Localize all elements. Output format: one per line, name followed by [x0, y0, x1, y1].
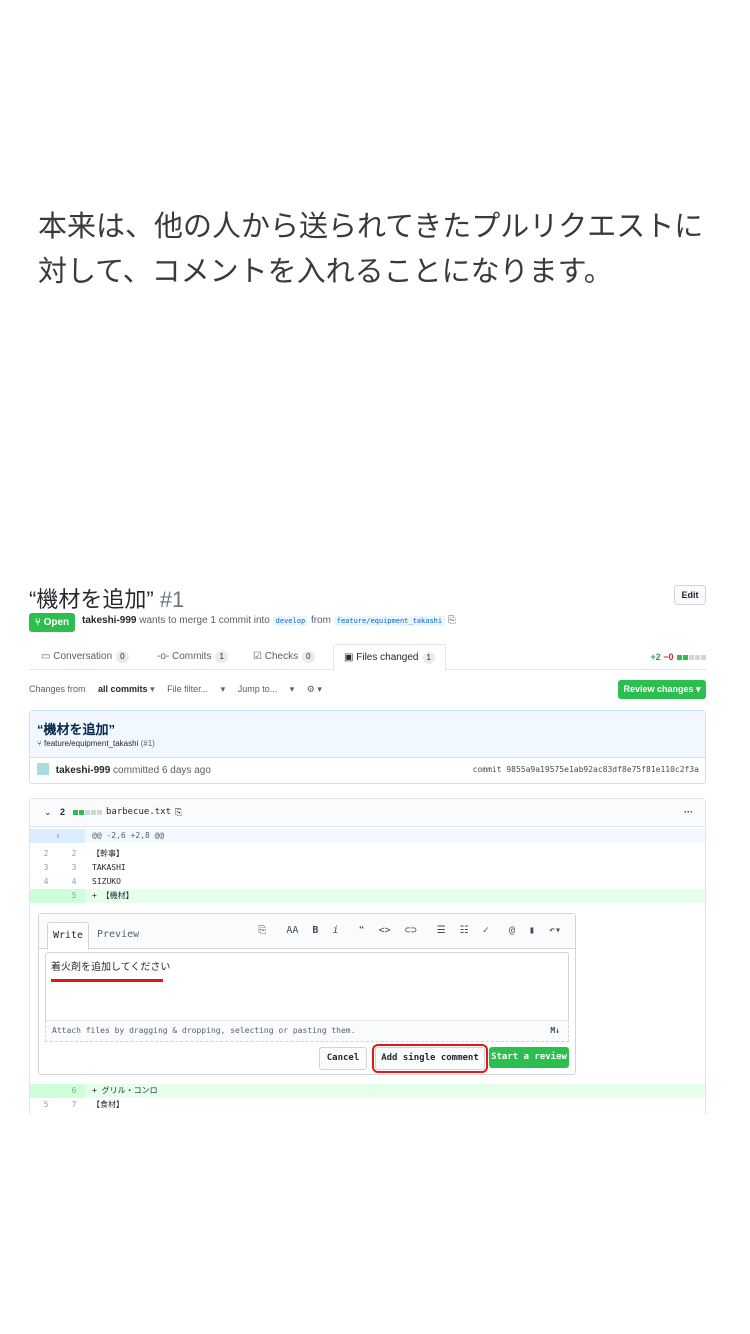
markdown-toolbar: ⎘ AA B i ❝ <> ⊂⊃ ☰ ☷ ✓ @ ▮ ↶▾	[250, 924, 561, 938]
github-pr-screenshot: “機材を追加” #1 Edit ⑂ Open takeshi-999 wants…	[29, 578, 706, 1114]
tab-checks[interactable]: ☑ Checks 0	[253, 644, 315, 669]
hunk-header: ⇕ @@ -2,6 +2,8 @@	[30, 829, 705, 843]
bold-icon[interactable]: B	[312, 925, 318, 936]
changes-from-dropdown[interactable]: Changes from all commits ▾	[29, 684, 155, 694]
checklist-icon: ☑	[253, 651, 262, 662]
file-name[interactable]: barbecue.txt	[106, 799, 171, 826]
comment-tabs: Write Preview ⎘ AA B i ❝ <> ⊂⊃ ☰ ☷ ✓ @ ▮…	[39, 914, 575, 950]
comment-icon: ▭	[41, 651, 51, 662]
add-single-comment-button[interactable]: Add single comment	[372, 1044, 488, 1073]
code-icon[interactable]: <>	[379, 925, 391, 936]
file-header: ⌄ 2 barbecue.txt ⎘ ···	[30, 799, 705, 827]
pr-number: #1	[159, 587, 185, 612]
diff-line-added[interactable]: 5 + 【機材】	[30, 889, 705, 903]
commit-box: “機材を追加” ⑂ feature/equipment_takashi (#1)…	[29, 710, 706, 784]
diff-line[interactable]: 44 SIZUKO	[30, 875, 705, 889]
diff-toolbar: Changes from all commits ▾ File filter..…	[29, 684, 332, 695]
chevron-down-icon[interactable]: ⌄	[44, 799, 52, 826]
file-diff: ⌄ 2 barbecue.txt ⎘ ··· ⇕ @@ -2,6 +2,8 @@…	[29, 798, 706, 1114]
mention-icon[interactable]: @	[509, 925, 515, 936]
diff-line-added[interactable]: 6 + グリル・コンロ	[30, 1084, 705, 1098]
review-changes-button[interactable]: Review changes ▾	[618, 680, 706, 699]
file-diff-icon: ▣	[344, 652, 354, 663]
avatar[interactable]	[37, 763, 49, 775]
tab-commits[interactable]: -o- Commits 1	[157, 644, 228, 669]
start-review-button[interactable]: Start a review	[489, 1047, 569, 1068]
pr-author-link[interactable]: takeshi-999	[82, 615, 136, 626]
pr-title: “機材を追加” #1	[29, 587, 185, 612]
commit-branch: ⑂ feature/equipment_takashi (#1)	[37, 739, 155, 748]
pr-state-badge: ⑂ Open	[29, 613, 75, 632]
bullet-list-icon[interactable]: ☰	[437, 925, 446, 936]
markdown-icon: M↓	[550, 1026, 560, 1035]
caption-text: 本来は、他の人から送られてきたプルリクエストに対して、コメントを入れることになり…	[38, 209, 704, 288]
comment-form: Write Preview ⎘ AA B i ❝ <> ⊂⊃ ☰ ☷ ✓ @ ▮…	[38, 913, 576, 1075]
comment-textarea[interactable]: 着火剤を追加してください	[45, 952, 569, 1021]
cancel-button[interactable]: Cancel	[319, 1047, 367, 1070]
commit-sha[interactable]: commit 9855a9a19575e1ab92ac83df8e75f81e1…	[473, 765, 699, 774]
diff-line[interactable]: 57 【食材】	[30, 1098, 705, 1112]
diff-line[interactable]: 22 【幹事】	[30, 847, 705, 861]
jump-to-dropdown[interactable]: Jump to... ▾	[238, 684, 295, 694]
branch-icon: ⑂	[37, 739, 42, 748]
file-filter-dropdown[interactable]: File filter... ▾	[167, 684, 225, 694]
commit-message: “機材を追加”	[37, 722, 116, 737]
commit-author-line: takeshi-999 committed 6 days ago	[37, 763, 211, 776]
clipboard-icon[interactable]: ⎘	[448, 615, 456, 626]
file-change-count: 2	[60, 807, 66, 817]
clipboard-icon[interactable]: ⎘	[175, 799, 182, 826]
more-options-icon[interactable]: ···	[684, 799, 693, 826]
numbered-list-icon[interactable]: ☷	[460, 925, 469, 936]
base-branch[interactable]: develop	[272, 616, 309, 626]
diffstat: +2 −0	[650, 652, 706, 662]
tab-preview[interactable]: Preview	[97, 922, 139, 948]
quote-icon[interactable]: ❝	[359, 925, 365, 936]
reply-icon[interactable]: ↶▾	[549, 925, 561, 936]
heading-icon[interactable]: AA	[286, 925, 298, 936]
gear-icon[interactable]: ⚙ ▾	[307, 684, 322, 694]
commit-author[interactable]: takeshi-999	[56, 765, 110, 776]
pull-request-icon: ⑂	[34, 617, 41, 628]
red-underline-annotation	[51, 979, 163, 982]
commit-icon: -o-	[157, 651, 170, 662]
tab-conversation[interactable]: ▭ Conversation 0	[41, 644, 129, 669]
diff-line[interactable]: 33 TAKASHI	[30, 861, 705, 875]
bookmark-icon[interactable]: ▮	[529, 925, 535, 936]
edit-button[interactable]: Edit	[674, 585, 706, 605]
suggestion-icon[interactable]: ⎘	[258, 925, 266, 936]
tab-files-changed[interactable]: ▣ Files changed 1	[333, 644, 446, 671]
tab-write[interactable]: Write	[47, 922, 89, 950]
task-list-icon[interactable]: ✓	[483, 925, 489, 936]
pr-meta: takeshi-999 wants to merge 1 commit into…	[82, 615, 456, 626]
pr-tabs: ▭ Conversation 0 -o- Commits 1 ☑ Checks 0 ▣…	[29, 644, 706, 671]
expand-icon[interactable]: ⇕	[50, 829, 66, 843]
link-icon[interactable]: ⊂⊃	[405, 925, 417, 936]
head-branch[interactable]: feature/equipment_takashi	[333, 616, 446, 626]
italic-icon[interactable]: i	[332, 925, 338, 936]
attach-files-bar[interactable]: Attach files by dragging & dropping, sel…	[45, 1020, 569, 1042]
